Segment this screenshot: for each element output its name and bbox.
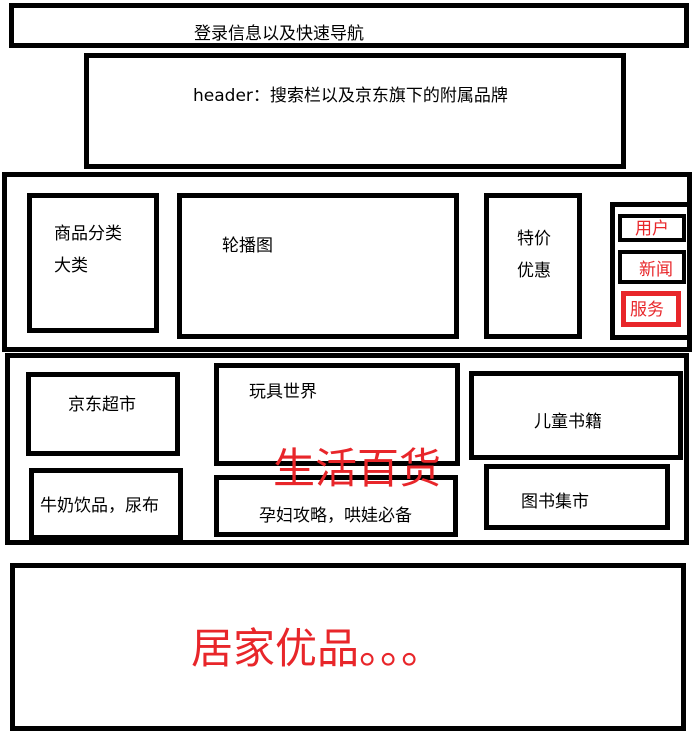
life-goods-title: 生活百货 xyxy=(273,444,442,493)
service-label: 服务 xyxy=(630,300,664,320)
carousel-label: 轮播图 xyxy=(222,236,273,256)
milk-label: 牛奶饮品，尿布 xyxy=(40,496,159,516)
category-label: 商品分类 xyxy=(54,224,122,244)
toys-label: 玩具世界 xyxy=(249,382,317,402)
header-block: header：搜索栏以及京东旗下的附属品牌 xyxy=(84,53,626,169)
news-label: 新闻 xyxy=(639,260,673,280)
book-market-label: 图书集市 xyxy=(521,492,589,512)
login-nav-bar: 登录信息以及快速导航 xyxy=(9,3,689,48)
special-sublabel: 优惠 xyxy=(517,261,551,281)
home-goods-title: 居家优品。。。 xyxy=(191,624,444,673)
special-offer-block: 特价 优惠 xyxy=(484,193,582,339)
login-nav-label: 登录信息以及快速导航 xyxy=(194,24,364,44)
home-goods-section: 居家优品。。。 xyxy=(10,563,686,731)
news-box: 新闻 xyxy=(618,250,686,284)
main-section: 商品分类 大类 轮播图 特价 优惠 用户 新闻 服务 xyxy=(2,172,692,352)
category-block: 商品分类 大类 xyxy=(27,193,159,333)
header-label: header：搜索栏以及京东旗下的附属品牌 xyxy=(193,86,508,106)
special-label: 特价 xyxy=(517,229,551,249)
user-box: 用户 xyxy=(618,214,686,242)
kids-books-label: 儿童书籍 xyxy=(534,412,602,432)
jd-market-label: 京东超市 xyxy=(68,395,136,415)
kids-books-block: 儿童书籍 xyxy=(469,371,683,460)
jd-market-block: 京东超市 xyxy=(26,372,180,456)
service-box: 服务 xyxy=(621,291,681,327)
milk-block: 牛奶饮品，尿布 xyxy=(29,468,183,540)
life-goods-section: 京东超市 玩具世界 儿童书籍 牛奶饮品，尿布 孕妇攻略，哄娃必备 图书集市 生活… xyxy=(5,353,689,545)
side-panel: 用户 新闻 服务 xyxy=(610,202,692,340)
book-market-block: 图书集市 xyxy=(484,464,670,530)
carousel-block: 轮播图 xyxy=(177,193,459,339)
pregnancy-label: 孕妇攻略，哄娃必备 xyxy=(259,506,412,526)
user-label: 用户 xyxy=(635,219,669,239)
category-sublabel: 大类 xyxy=(54,256,88,276)
